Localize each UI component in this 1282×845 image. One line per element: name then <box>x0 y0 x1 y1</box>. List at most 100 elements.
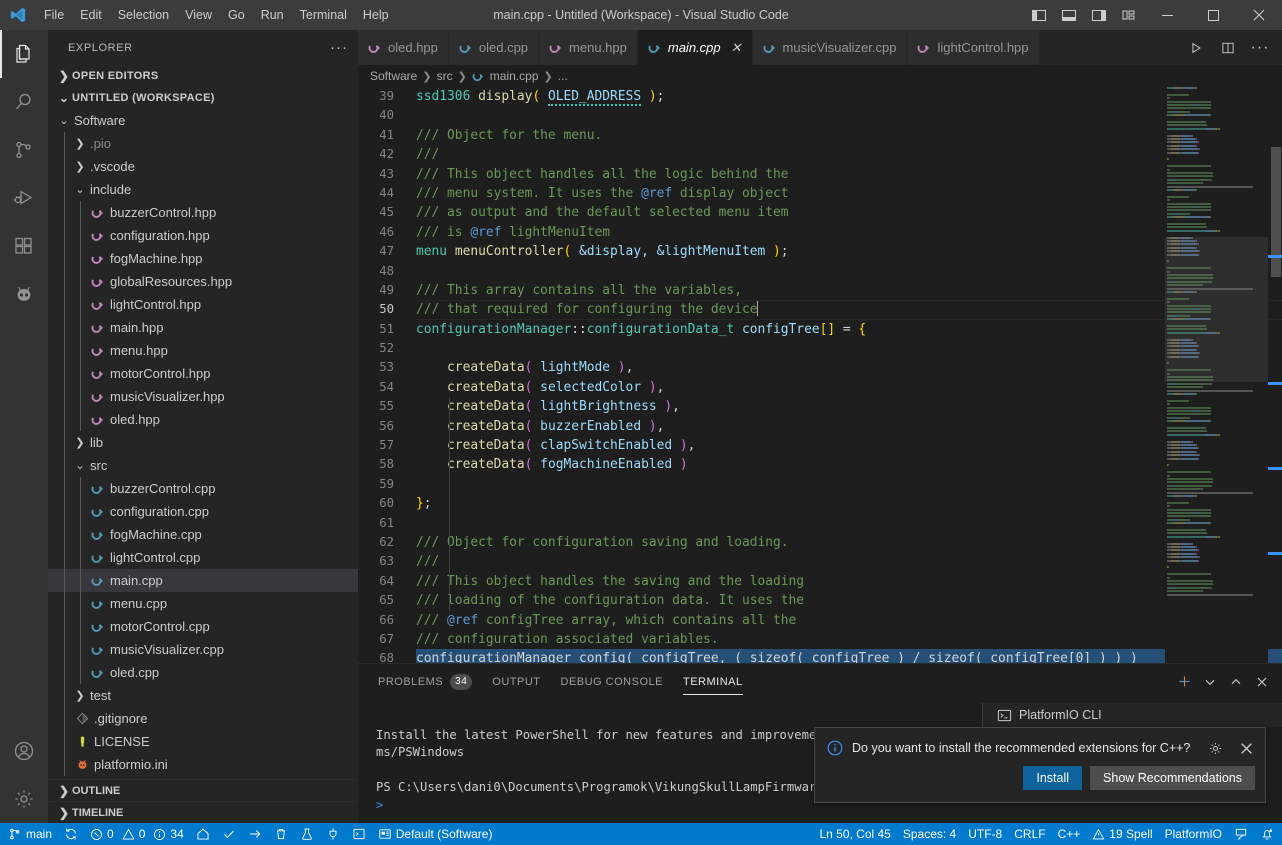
activitybar-item-source-control[interactable] <box>0 126 48 174</box>
code-line[interactable]: menu menuController( &display, &lightMen… <box>416 242 1282 261</box>
editor-tab-oled-hpp[interactable]: oled.hpp <box>358 30 449 65</box>
activitybar-item-platformio[interactable] <box>0 270 48 318</box>
code-line[interactable]: createData( lightBrightness ), <box>416 397 1282 416</box>
status-pio-build[interactable] <box>216 823 242 845</box>
menu-go[interactable]: Go <box>220 0 253 30</box>
status-platformio[interactable]: PlatformIO <box>1159 823 1228 845</box>
code-line[interactable]: configurationManager::configurationData_… <box>416 320 1282 339</box>
code-content[interactable]: ssd1306 display( OLED_ADDRESS ); /// Obje… <box>416 87 1282 663</box>
code-line[interactable]: /// @ref configTree array, which contain… <box>416 611 1282 630</box>
tree-file-configuration-cpp[interactable]: configuration.cpp <box>48 500 358 523</box>
menu-selection[interactable]: Selection <box>110 0 177 30</box>
panel-tab-debug-console[interactable]: DEBUG CONSOLE <box>561 664 663 699</box>
section-workspace[interactable]: ⌄ UNTITLED (WORKSPACE) <box>48 87 358 109</box>
status-pio-test[interactable] <box>294 823 320 845</box>
code-line[interactable]: /// menu system. It uses the @ref displa… <box>416 184 1282 203</box>
code-line[interactable]: /// <box>416 145 1282 164</box>
breadcrumb-item-3[interactable]: ... <box>558 69 568 83</box>
menu-view[interactable]: View <box>177 0 220 30</box>
minimap[interactable] <box>1165 87 1268 663</box>
editor-tab-lightcontrol-hpp[interactable]: lightControl.hpp <box>907 30 1039 65</box>
status-pio-home[interactable] <box>190 823 216 845</box>
editor-tab-menu-hpp[interactable]: menu.hpp <box>539 30 638 65</box>
status-encoding[interactable]: UTF-8 <box>962 823 1008 845</box>
close-icon[interactable] <box>1235 737 1257 759</box>
breadcrumb-item-1[interactable]: src <box>437 69 453 83</box>
show-recommendations-button[interactable]: Show Recommendations <box>1090 766 1255 790</box>
gear-icon[interactable] <box>1204 737 1226 759</box>
activitybar-item-explorer[interactable] <box>0 30 48 78</box>
tree-folder--pio[interactable]: ❯.pio <box>48 132 358 155</box>
status-language-mode[interactable]: C++ <box>1052 823 1087 845</box>
tree-folder-src[interactable]: ⌄src <box>48 454 358 477</box>
file-tree[interactable]: ⌄Software❯.pio❯.vscode⌄includebuzzerCont… <box>48 109 358 779</box>
code-line[interactable] <box>416 475 1282 494</box>
tree-file-fogmachine-cpp[interactable]: fogMachine.cpp <box>48 523 358 546</box>
tree-file-lightcontrol-hpp[interactable]: lightControl.hpp <box>48 293 358 316</box>
code-line[interactable]: /// that required for configuring the de… <box>416 300 1282 319</box>
activitybar-item-extensions[interactable] <box>0 222 48 270</box>
toggle-secondary-sidebar-icon[interactable] <box>1084 0 1114 30</box>
code-line[interactable]: ssd1306 display( OLED_ADDRESS ); <box>416 87 1282 106</box>
code-line[interactable] <box>416 262 1282 281</box>
status-indentation[interactable]: Spaces: 4 <box>897 823 962 845</box>
tree-file-musicvisualizer-hpp[interactable]: musicVisualizer.hpp <box>48 385 358 408</box>
tree-file--gitignore[interactable]: .gitignore <box>48 707 358 730</box>
code-line[interactable]: /// Object for the menu. <box>416 126 1282 145</box>
menu-help[interactable]: Help <box>355 0 397 30</box>
tree-folder-lib[interactable]: ❯lib <box>48 431 358 454</box>
menu-file[interactable]: File <box>36 0 72 30</box>
panel-tab-terminal[interactable]: TERMINAL <box>683 664 743 699</box>
status-eol[interactable]: CRLF <box>1008 823 1051 845</box>
tree-folder-test[interactable]: ❯test <box>48 684 358 707</box>
editor-vertical-scrollbar[interactable] <box>1268 87 1282 663</box>
status-cursor-position[interactable]: Ln 50, Col 45 <box>813 823 896 845</box>
install-button[interactable]: Install <box>1023 766 1082 790</box>
code-line[interactable]: /// This object handles all the logic be… <box>416 165 1282 184</box>
menu-terminal[interactable]: Terminal <box>292 0 355 30</box>
tree-file-lightcontrol-cpp[interactable]: lightControl.cpp <box>48 546 358 569</box>
breadcrumb-item-2[interactable]: main.cpp <box>490 69 539 83</box>
activitybar-item-settings[interactable] <box>0 775 48 823</box>
code-line[interactable]: /// loading of the configuration data. I… <box>416 591 1282 610</box>
status-spell-checker[interactable]: 19 Spell <box>1086 823 1158 845</box>
activitybar-item-accounts[interactable] <box>0 727 48 775</box>
section-timeline[interactable]: ❯ TIMELINE <box>48 801 358 823</box>
tree-file-configuration-hpp[interactable]: configuration.hpp <box>48 224 358 247</box>
activitybar-item-run-and-debug[interactable] <box>0 174 48 222</box>
code-line[interactable]: /// <box>416 552 1282 571</box>
code-editor[interactable]: 3940414243444546474849505152535455565758… <box>358 87 1282 663</box>
toggle-primary-sidebar-icon[interactable] <box>1024 0 1054 30</box>
code-line[interactable]: createData( lightMode ), <box>416 358 1282 377</box>
menu-run[interactable]: Run <box>253 0 292 30</box>
customize-layout-icon[interactable] <box>1114 0 1144 30</box>
toggle-panel-icon[interactable] <box>1054 0 1084 30</box>
code-line[interactable]: }; <box>416 494 1282 513</box>
close-button[interactable] <box>1236 0 1282 30</box>
tree-file-oled-cpp[interactable]: oled.cpp <box>48 661 358 684</box>
breadcrumb[interactable]: Software ❯ src ❯ main.cpp ❯ ... <box>358 65 1282 87</box>
code-line[interactable]: createData( buzzerEnabled ), <box>416 417 1282 436</box>
tree-folder--vscode[interactable]: ❯.vscode <box>48 155 358 178</box>
sidebar-more-actions-icon[interactable]: ··· <box>330 39 348 56</box>
menu-edit[interactable]: Edit <box>72 0 110 30</box>
code-line[interactable]: /// configuration associated variables. <box>416 630 1282 649</box>
code-line[interactable] <box>416 339 1282 358</box>
tree-file-platformio-ini[interactable]: platformio.ini <box>48 753 358 776</box>
code-line[interactable] <box>416 106 1282 125</box>
section-outline[interactable]: ❯ OUTLINE <box>48 779 358 801</box>
more-actions-icon[interactable]: ··· <box>1246 34 1274 62</box>
maximize-button[interactable] <box>1190 0 1236 30</box>
tree-file-license[interactable]: LICENSE <box>48 730 358 753</box>
status-pio-clean[interactable] <box>268 823 294 845</box>
minimap-slider[interactable] <box>1165 237 1268 382</box>
status-branch[interactable]: main <box>2 823 58 845</box>
status-notifications[interactable] <box>1254 823 1280 845</box>
tree-file-motorcontrol-hpp[interactable]: motorControl.hpp <box>48 362 358 385</box>
notification-toast[interactable]: Do you want to install the recommended e… <box>814 727 1266 803</box>
code-line[interactable]: /// Object for configuration saving and … <box>416 533 1282 552</box>
code-line[interactable]: createData( selectedColor ), <box>416 378 1282 397</box>
tree-file-globalresources-hpp[interactable]: globalResources.hpp <box>48 270 358 293</box>
status-remote-window[interactable] <box>1228 823 1254 845</box>
tree-file-menu-hpp[interactable]: menu.hpp <box>48 339 358 362</box>
